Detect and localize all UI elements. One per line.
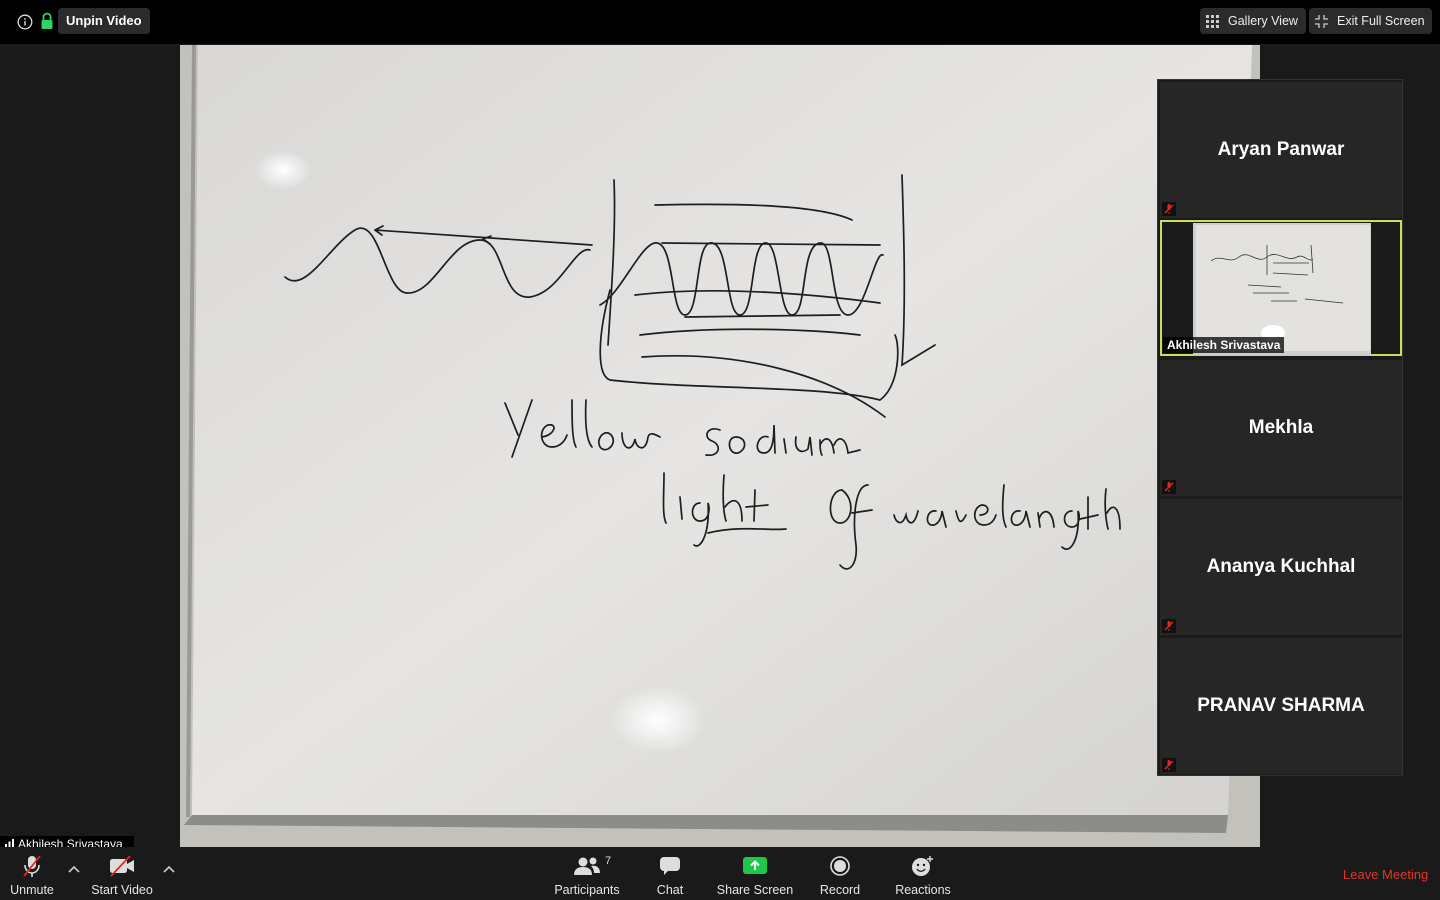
participant-tile[interactable]: Aryan Panwar	[1160, 82, 1402, 218]
participant-name: Ananya Kuchhal	[1206, 556, 1356, 577]
participant-tiles-strip: Aryan Panwar Akhilesh Srivastava Mekhla …	[1157, 79, 1403, 776]
participant-name: PRANAV SHARMA	[1197, 695, 1365, 716]
start-video-label: Start Video	[91, 883, 153, 897]
participant-tile[interactable]: Ananya Kuchhal	[1160, 499, 1402, 635]
participants-label: Participants	[554, 883, 620, 897]
participant-tile[interactable]: PRANAV SHARMA	[1160, 638, 1402, 774]
reactions-label: Reactions	[895, 883, 951, 897]
mic-muted-icon	[1162, 619, 1176, 633]
chat-button[interactable]: Chat	[650, 851, 690, 897]
info-icon	[17, 14, 33, 30]
mic-muted-icon	[1162, 202, 1176, 216]
participant-tile[interactable]: Mekhla	[1160, 360, 1402, 496]
encryption-lock-icon[interactable]	[40, 11, 54, 31]
record-label: Record	[819, 883, 861, 897]
participant-tile-active[interactable]: Akhilesh Srivastava	[1160, 220, 1402, 356]
meeting-info-button[interactable]	[14, 11, 36, 33]
mic-muted-icon	[1162, 480, 1176, 494]
unmute-label: Unmute	[10, 883, 54, 897]
chevron-up-icon[interactable]	[67, 864, 81, 874]
share-screen-icon	[742, 853, 768, 879]
share-screen-label: Share Screen	[716, 883, 794, 897]
participants-icon	[573, 853, 601, 879]
chat-icon	[659, 853, 681, 879]
video-off-icon	[108, 853, 136, 879]
reactions-icon	[911, 853, 935, 879]
participants-count-badge: 7	[605, 855, 612, 867]
record-icon	[829, 853, 851, 879]
exit-full-screen-label: Exit Full Screen	[1337, 14, 1425, 28]
mic-muted-icon	[1162, 758, 1176, 772]
pinned-video[interactable]	[180, 45, 1260, 847]
whiteboard-image	[180, 45, 1260, 847]
exit-full-screen-button[interactable]: Exit Full Screen	[1309, 8, 1432, 34]
gallery-view-button[interactable]: Gallery View	[1200, 8, 1306, 34]
record-button[interactable]: Record	[815, 851, 865, 897]
grid-icon	[1206, 14, 1219, 28]
meeting-controls-toolbar: Unmute Start Video Participants 7 Chat S…	[0, 847, 1440, 900]
chevron-up-icon[interactable]	[162, 864, 176, 874]
participants-button[interactable]: Participants	[552, 851, 622, 897]
unpin-video-button[interactable]: Unpin Video	[58, 8, 150, 34]
chat-label: Chat	[656, 883, 684, 897]
participant-name: Aryan Panwar	[1217, 139, 1345, 160]
start-video-button[interactable]: Start Video	[88, 851, 156, 897]
share-screen-button[interactable]: Share Screen	[715, 851, 795, 897]
unmute-button[interactable]: Unmute	[8, 851, 56, 897]
leave-meeting-button[interactable]: Leave Meeting	[1343, 867, 1428, 882]
lock-icon	[41, 12, 53, 29]
participant-name: Akhilesh Srivastava	[1163, 337, 1285, 353]
meeting-top-bar: Unpin Video Gallery View Exit Full Scree…	[0, 0, 1440, 44]
participant-video-thumbnail	[1193, 223, 1371, 355]
mic-muted-icon	[21, 853, 43, 879]
participant-name: Mekhla	[1248, 417, 1314, 438]
gallery-view-label: Gallery View	[1228, 14, 1298, 28]
exit-fullscreen-icon	[1315, 14, 1328, 28]
reactions-button[interactable]: Reactions	[892, 851, 954, 897]
